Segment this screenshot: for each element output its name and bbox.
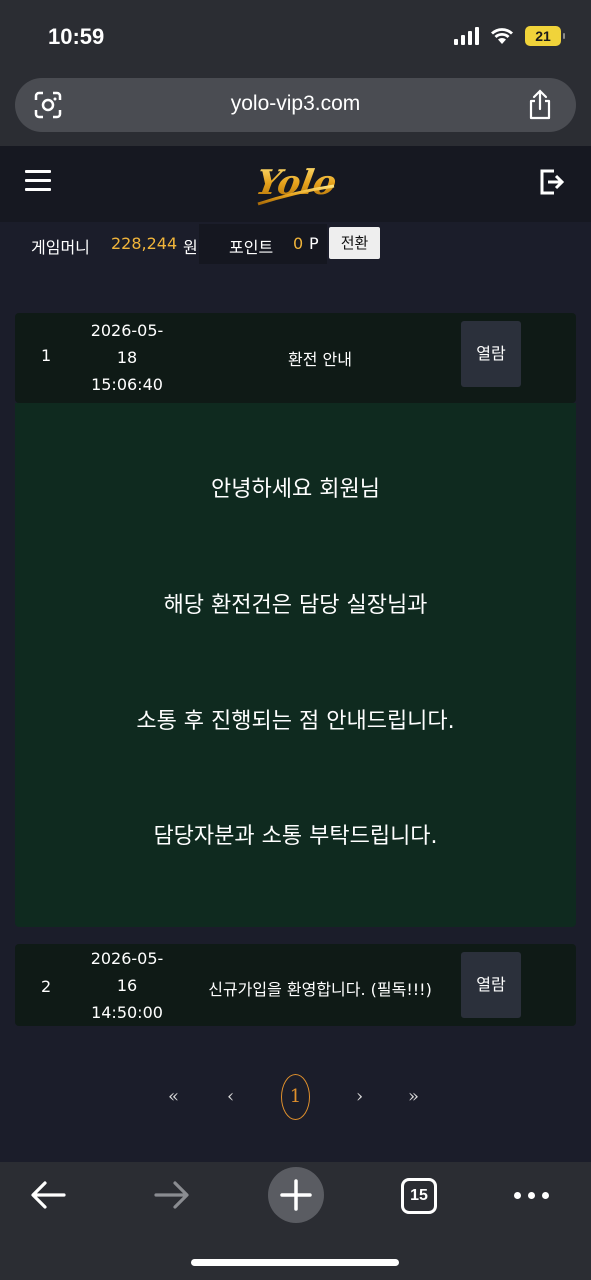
cellular-signal-icon: [454, 27, 479, 45]
yolo-logo[interactable]: Yolo: [250, 156, 340, 212]
notice-row[interactable]: 2 2026-05- 16 14:50:00 신규가입을 환영합니다. (필독!…: [15, 944, 576, 1026]
browser-toolbar: 15: [0, 1162, 591, 1280]
notice-date-line: 15:06:40: [91, 375, 163, 394]
new-tab-button[interactable]: [268, 1167, 324, 1223]
battery-icon: 21: [525, 26, 565, 46]
status-icons: 21: [454, 26, 565, 46]
notice-content-line: 해당 환전건은 담당 실장님과: [163, 593, 428, 618]
notice-content-line: 소통 후 진행되는 점 안내드립니다.: [136, 709, 455, 734]
view-button[interactable]: 열람: [461, 952, 521, 1018]
notice-date: 2026-05- 16 14:50:00: [77, 945, 177, 1026]
forward-arrow-icon[interactable]: [154, 1180, 190, 1210]
notice-date-line: 18: [116, 348, 138, 367]
notice-date: 2026-05- 18 15:06:40: [77, 317, 177, 398]
site-header: Yolo: [0, 146, 591, 222]
notice-date-line: 16: [116, 976, 138, 995]
url-text[interactable]: yolo-vip3.com: [15, 92, 576, 116]
pagination: « ‹ 1 › »: [0, 1074, 591, 1120]
notice-title[interactable]: 신규가입을 환영합니다. (필독!!!): [175, 976, 465, 1000]
convert-button[interactable]: 전환: [329, 227, 380, 259]
logout-icon[interactable]: [539, 168, 567, 196]
share-icon[interactable]: [526, 89, 554, 121]
home-indicator: [191, 1259, 399, 1266]
status-bar: 10:59 21: [0, 0, 591, 76]
point-value: 0: [293, 234, 304, 253]
hamburger-menu-icon[interactable]: [25, 170, 51, 194]
notice-content-line: 안녕하세요 회원님: [211, 477, 380, 502]
browser-url-area: yolo-vip3.com: [0, 76, 591, 146]
tabs-icon[interactable]: 15: [401, 1178, 437, 1214]
current-page[interactable]: 1: [281, 1074, 310, 1120]
wifi-icon: [491, 28, 513, 44]
url-bar[interactable]: yolo-vip3.com: [15, 78, 576, 132]
point-unit: P: [309, 234, 319, 253]
game-money-value: 228,244: [111, 234, 178, 253]
notice-content-panel: 안녕하세요 회원님 해당 환전건은 담당 실장님과 소통 후 진행되는 점 안내…: [15, 403, 576, 927]
point-label: 포인트: [229, 238, 274, 257]
first-page-button[interactable]: «: [168, 1086, 179, 1107]
notice-content-line: 담당자분과 소통 부탁드립니다.: [153, 824, 438, 849]
notice-row[interactable]: 1 2026-05- 18 15:06:40 환전 안내 열람: [15, 313, 576, 403]
notice-number: 1: [41, 346, 52, 365]
notice-date-line: 14:50:00: [91, 1003, 163, 1022]
game-money-unit: 원: [183, 238, 198, 257]
notice-date-line: 2026-05-: [90, 321, 164, 340]
prev-page-button[interactable]: ‹: [227, 1086, 234, 1107]
svg-text:Yolo: Yolo: [253, 163, 340, 203]
account-balance-row: 게임머니 228,244 원 포인트 0 P 전환: [0, 222, 591, 264]
back-arrow-icon[interactable]: [30, 1180, 66, 1210]
plus-icon: [280, 1179, 312, 1211]
notice-title[interactable]: 환전 안내: [175, 346, 465, 370]
notice-date-line: 2026-05-: [90, 949, 164, 968]
view-button[interactable]: 열람: [461, 321, 521, 387]
next-page-button[interactable]: ›: [356, 1086, 363, 1107]
notice-number: 2: [41, 977, 52, 996]
status-time: 10:59: [48, 24, 105, 49]
last-page-button[interactable]: »: [408, 1086, 419, 1107]
game-money-label: 게임머니: [31, 238, 90, 257]
more-icon[interactable]: [514, 1192, 549, 1199]
